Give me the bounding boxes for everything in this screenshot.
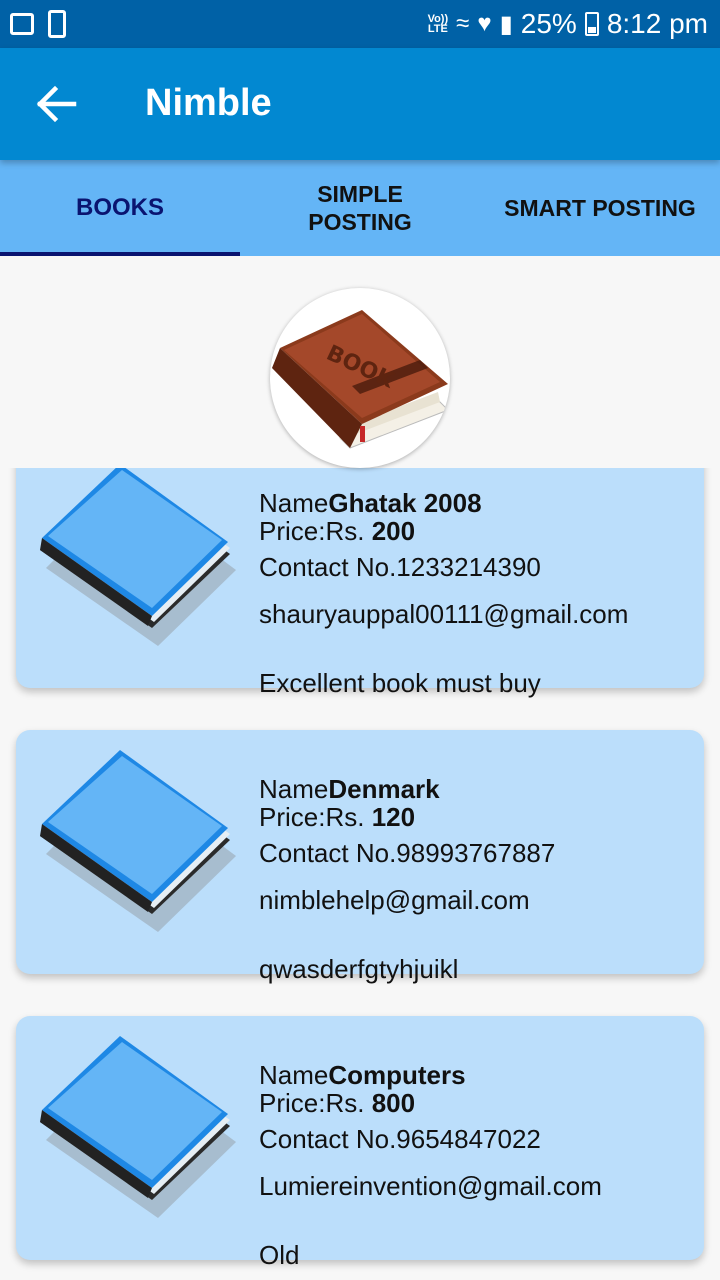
clock: 8:12 pm: [606, 8, 708, 39]
book-card[interactable]: NameDenmark Price:Rs. 120 Contact No.989…: [16, 730, 704, 984]
tab-simple-posting[interactable]: SIMPLE POSTING: [240, 160, 480, 256]
phone-notification-icon: [48, 10, 66, 38]
volte-indicator: Vo)) LTE: [427, 13, 449, 35]
book-card[interactable]: NameComputers Price:Rs. 800 Contact No.9…: [16, 1016, 704, 1270]
book-price: Price:Rs. 120: [259, 802, 416, 832]
book-price: Price:Rs. 200: [259, 516, 416, 546]
book-description: Old: [259, 1240, 300, 1270]
book-logo: BOOK: [270, 288, 450, 468]
signal-icon: ▮: [499, 10, 513, 38]
battery-icon: [584, 12, 599, 36]
book-name: NameGhatak 2008: [259, 488, 482, 518]
battery-percent: 25%: [520, 8, 577, 39]
app-title: Nimble: [145, 82, 272, 124]
book-email: shauryauppal00111@gmail.com: [259, 599, 629, 629]
app-bar: Nimble: [0, 48, 720, 160]
tab-bar: BOOKS SIMPLE POSTING SMART POSTING: [0, 160, 720, 256]
book-contact: Contact No.98993767887: [259, 838, 556, 868]
book-description: qwasderfgtyhjuikl: [259, 954, 459, 984]
tab-books[interactable]: BOOKS: [0, 160, 240, 256]
book-email: nimblehelp@gmail.com: [259, 885, 530, 915]
wifi-icon: ≈: [456, 10, 470, 37]
blue-book-icon: [40, 1036, 236, 1218]
book-price: Price:Rs. 800: [259, 1088, 416, 1118]
book-contact: Contact No.9654847022: [259, 1124, 541, 1154]
back-button[interactable]: [28, 78, 84, 130]
back-arrow-icon: [36, 85, 77, 123]
book-list: NameGhatak 2008 Price:Rs. 200 Contact No…: [0, 468, 720, 1280]
book-email: Lumiereinvention@gmail.com: [259, 1171, 602, 1201]
brown-book-icon: BOOK: [272, 310, 449, 449]
tab-smart-posting[interactable]: SMART POSTING: [480, 160, 720, 256]
gallery-notification-icon: [10, 13, 34, 35]
blue-book-icon: [40, 468, 236, 646]
heart-icon: ♥: [477, 10, 492, 37]
blue-book-icon: [40, 750, 236, 932]
status-bar: Vo)) LTE ≈ ♥ ▮ 25% 8:12 pm: [0, 0, 720, 48]
book-description: Excellent book must buy: [259, 668, 541, 698]
book-name: NameDenmark: [259, 774, 440, 804]
book-card[interactable]: NameGhatak 2008 Price:Rs. 200 Contact No…: [16, 468, 704, 698]
book-name: NameComputers: [259, 1060, 466, 1090]
book-contact: Contact No.1233214390: [259, 552, 541, 582]
header-section: BOOK: [0, 256, 720, 468]
